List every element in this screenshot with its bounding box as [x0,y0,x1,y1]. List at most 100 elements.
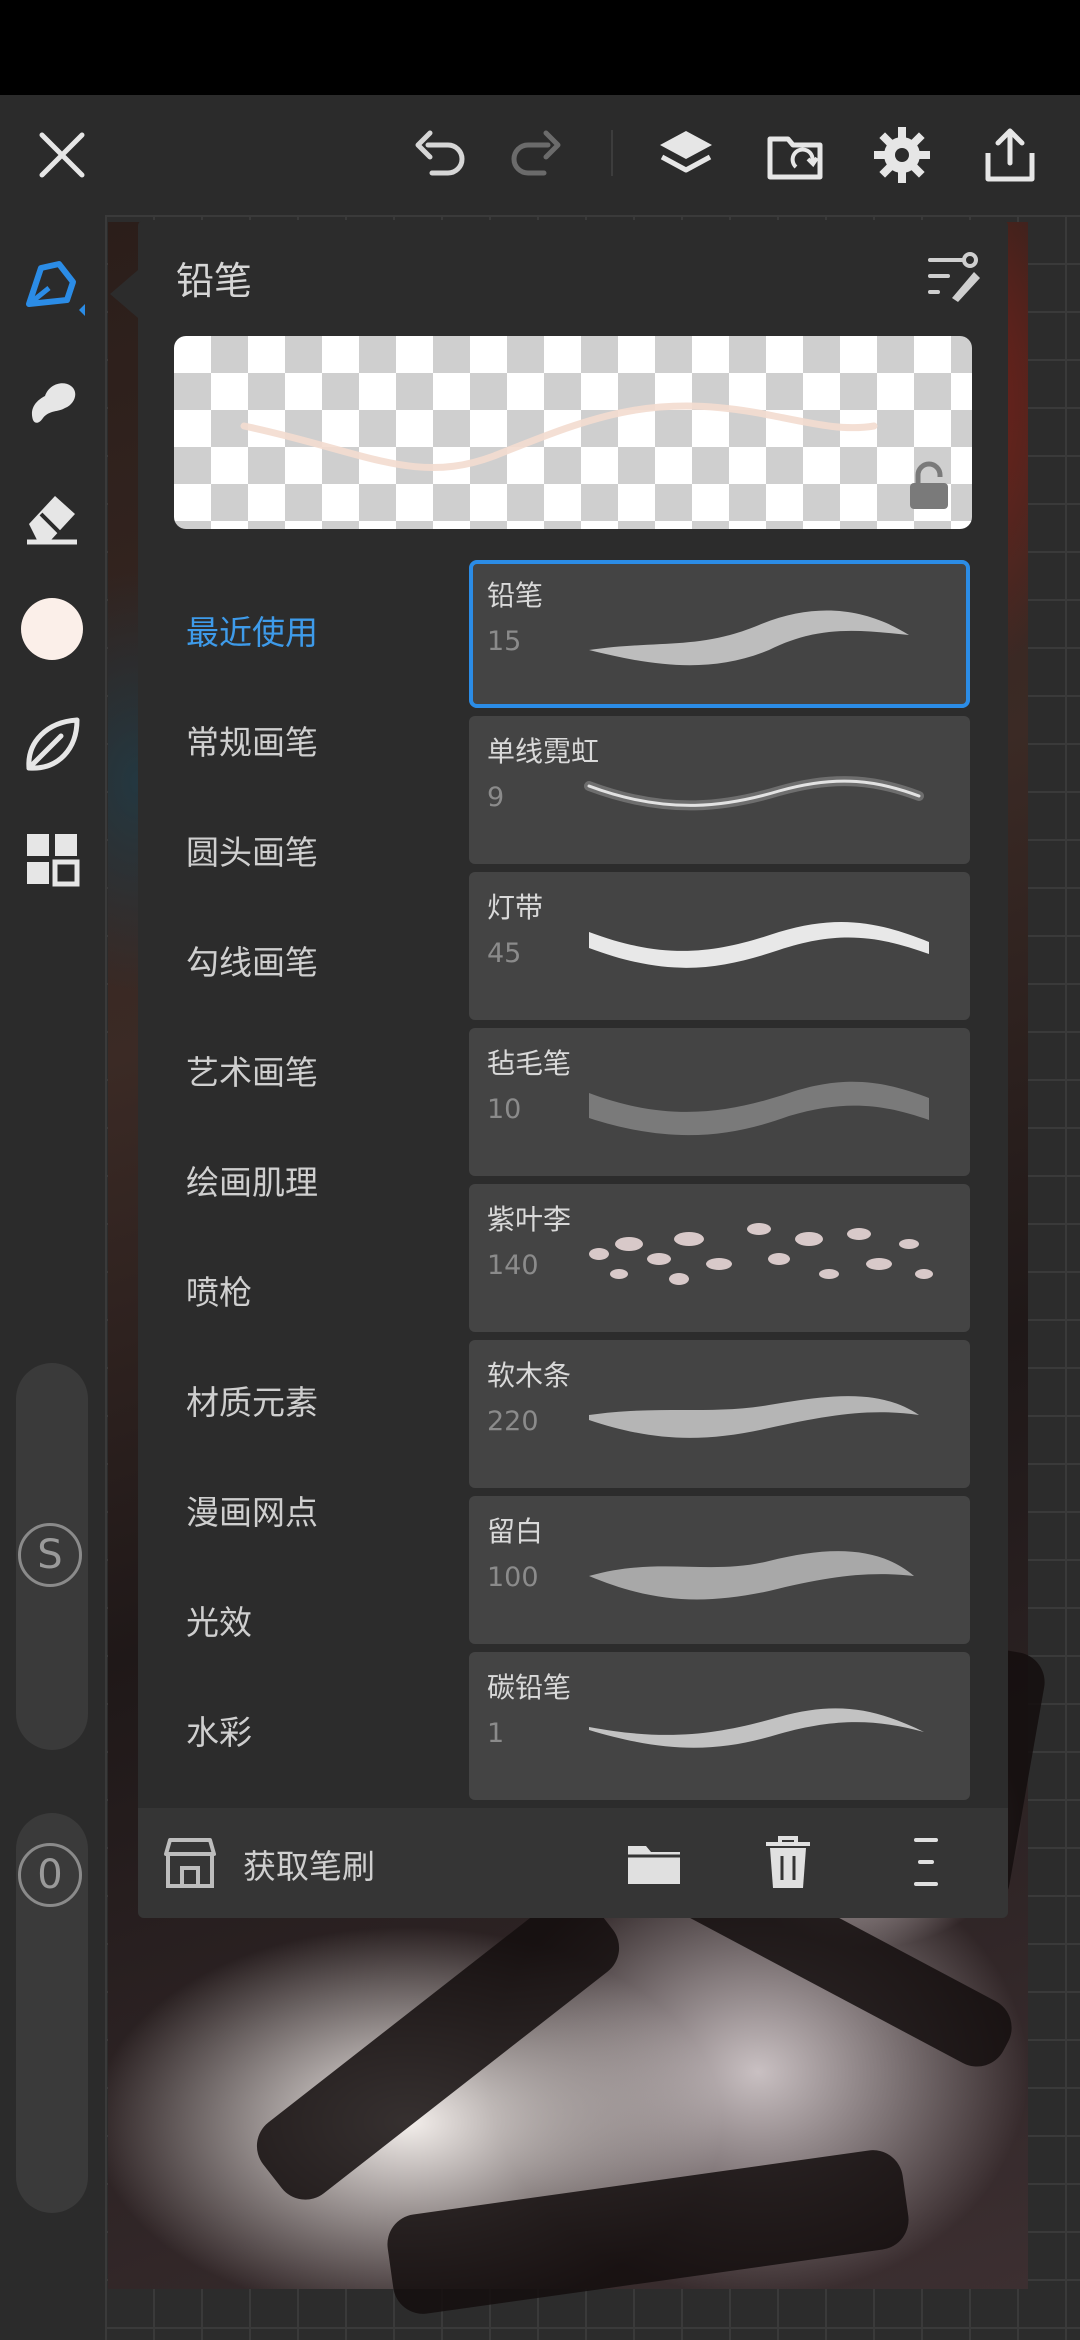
brush-category-list: 最近使用 常规画笔 圆头画笔 勾线画笔 艺术画笔 绘画肌理 喷枪 材质元素 漫画… [186,575,456,1785]
layers-icon [660,131,712,173]
brush-stroke-preview [589,1551,914,1600]
brush-list: 铅笔 15 单线霓虹 9 灯带 45 毡毛笔 10 紫叶李 140 软木条 22… [469,560,970,1808]
brush-name: 毡毛笔 [487,1047,572,1080]
category-label: 光效 [186,1603,252,1642]
brush-size: 1 [487,1718,505,1749]
smudge-tool-button[interactable] [12,363,92,443]
menu-icon[interactable] [896,1832,956,1892]
category-item[interactable]: 漫画网点 [186,1455,456,1565]
brush-stroke-preview [589,610,909,666]
brush-panel: 铅笔 最近使用 常规画笔 圆头画笔 勾线画笔 艺术画笔 绘画肌理 喷枪 材质元素… [138,220,1008,1918]
brush-card[interactable]: 留白 100 [469,1496,970,1644]
brush-settings-icon[interactable] [924,246,984,306]
brush-preview[interactable] [174,336,972,529]
redo-icon [511,130,561,176]
folder-sync-icon [767,136,823,180]
current-color-swatch [21,598,83,660]
smudge-icon [31,383,76,423]
category-label: 常规画笔 [186,723,318,762]
color-picker-button[interactable] [12,589,92,669]
brush-stroke-preview [589,921,929,968]
brush-stroke-preview [589,1396,919,1438]
panel-title: 铅笔 [176,259,253,303]
category-item[interactable]: 光效 [186,1565,456,1675]
layers-button[interactable] [646,115,726,195]
category-label: 漫画网点 [186,1493,318,1532]
store-icon[interactable] [160,1832,220,1892]
brush-name: 灯带 [487,891,544,924]
share-icon [985,128,1035,182]
category-label: 勾线画笔 [186,943,318,982]
leaf-icon [26,717,80,771]
category-label: 喷枪 [186,1273,252,1312]
gallery-button[interactable] [756,115,836,195]
brush-opacity-knob[interactable]: 0 [18,1843,82,1907]
brush-card-pencil[interactable]: 铅笔 15 [469,560,970,708]
export-button[interactable] [970,115,1050,195]
top-toolbar [0,95,1080,215]
size-knob-label: S [37,1532,63,1578]
folder-icon[interactable] [624,1832,684,1892]
brush-card[interactable]: 碳铅笔 1 [469,1652,970,1800]
brush-tool-button[interactable] [12,247,92,327]
eraser-tool-button[interactable] [12,477,92,557]
lock-icon[interactable] [906,461,952,511]
undo-button[interactable] [400,115,480,195]
brush-card[interactable]: 软木条 220 [469,1340,970,1488]
brush-stroke-preview [584,776,924,811]
grid-icon [27,834,80,887]
undo-icon [415,130,465,176]
category-item[interactable]: 勾线画笔 [186,905,456,1015]
brush-size: 220 [487,1406,539,1437]
brush-panel-footer: 获取笔刷 [138,1808,1008,1918]
category-label: 材质元素 [186,1383,318,1422]
brush-size-slider[interactable]: S [16,1363,88,1750]
more-tools-button[interactable] [12,819,92,899]
brush-size: 100 [487,1562,539,1593]
brush-name: 软木条 [487,1359,572,1392]
category-item[interactable]: 绘画肌理 [186,1125,456,1235]
brush-size: 9 [487,782,505,813]
eraser-icon [27,496,77,545]
opacity-knob-label: 0 [37,1852,63,1898]
brush-name: 铅笔 [487,579,544,612]
category-label: 最近使用 [186,613,318,652]
brush-name: 碳铅笔 [487,1671,572,1704]
brush-card[interactable]: 毡毛笔 10 [469,1028,970,1176]
get-brushes-link[interactable]: 获取笔刷 [243,1840,375,1888]
material-tool-button[interactable] [12,705,92,785]
category-item[interactable]: 艺术画笔 [186,1015,456,1125]
category-item[interactable]: 水彩 [186,1675,456,1785]
close-icon [39,132,85,178]
brush-stroke-preview [589,1708,924,1748]
brush-size-knob[interactable]: S [18,1523,82,1587]
brush-name: 留白 [487,1515,544,1548]
brush-stroke-preview [589,1081,929,1136]
brush-opacity-slider[interactable]: 0 [16,1813,88,2213]
left-toolbar: S 0 [0,215,105,2340]
brush-card[interactable]: 单线霓虹 9 [469,716,970,864]
category-item[interactable]: 喷枪 [186,1235,456,1345]
brush-card[interactable]: 灯带 45 [469,872,970,1020]
category-item[interactable]: 常规画笔 [186,685,456,795]
category-item[interactable]: 材质元素 [186,1345,456,1455]
brush-size: 15 [487,626,522,657]
brush-card[interactable]: 紫叶李 140 [469,1184,970,1332]
category-item-recent[interactable]: 最近使用 [186,575,456,685]
close-button[interactable] [22,115,102,195]
category-label: 水彩 [186,1713,252,1752]
brush-name: 紫叶李 [487,1203,572,1236]
panel-pointer [110,270,138,318]
category-label: 艺术画笔 [186,1053,318,1092]
settings-button[interactable] [862,115,942,195]
brush-stroke-preview [589,1223,933,1285]
brush-size: 45 [487,938,522,969]
brush-size: 140 [487,1250,539,1281]
trash-icon[interactable] [758,1832,818,1892]
category-item[interactable]: 圆头画笔 [186,795,456,905]
category-label: 绘画肌理 [186,1163,318,1202]
category-label: 圆头画笔 [186,833,318,872]
toolbar-divider [611,130,613,176]
redo-button[interactable] [496,115,576,195]
pen-nib-icon [26,261,85,316]
